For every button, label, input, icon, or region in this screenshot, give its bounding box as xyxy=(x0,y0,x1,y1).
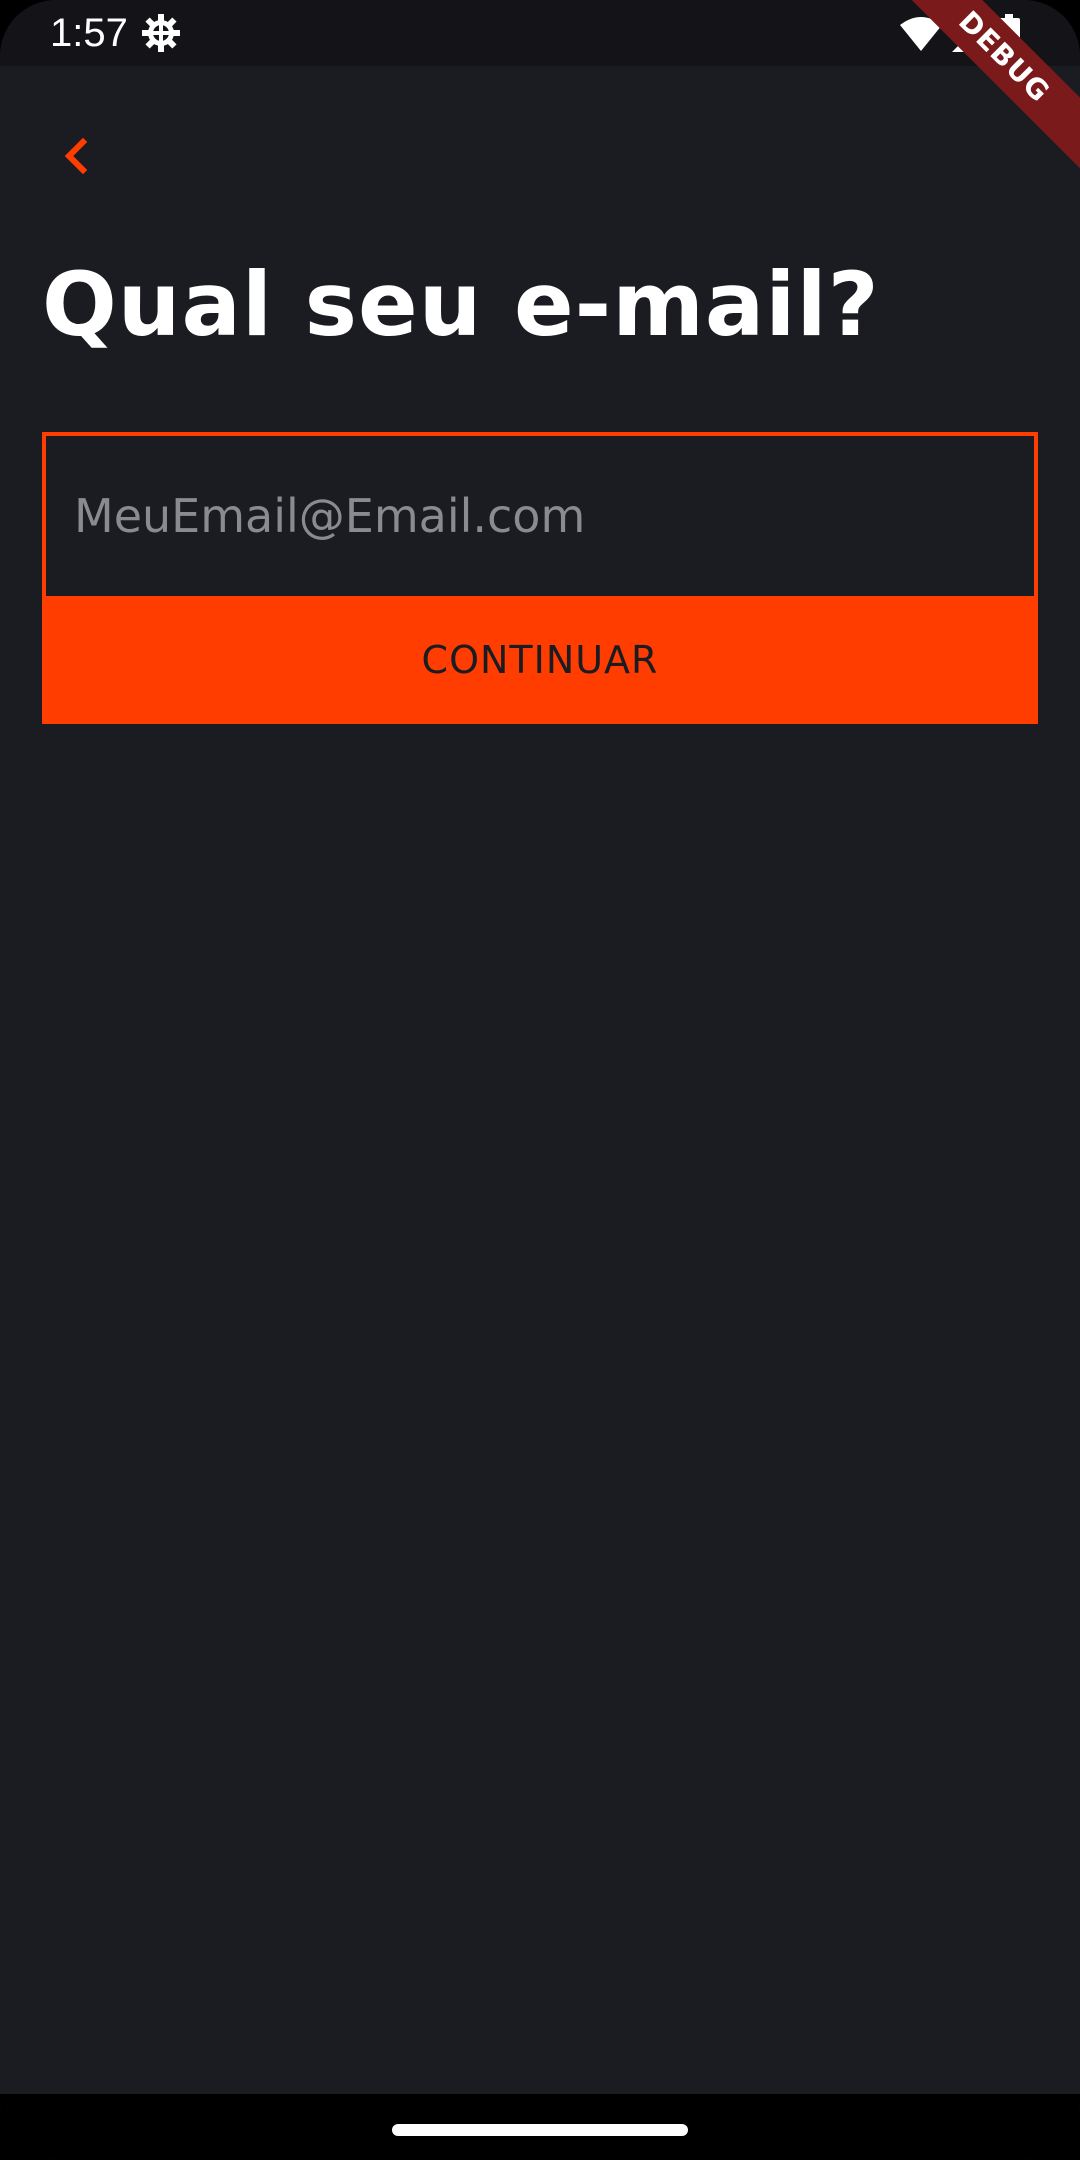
chevron-left-icon xyxy=(61,136,91,180)
continue-button[interactable]: CONTINUAR xyxy=(42,596,1038,724)
email-input[interactable] xyxy=(74,436,1004,596)
email-field[interactable] xyxy=(42,432,1038,600)
status-bar: 1:57 xyxy=(0,0,1080,66)
page-title: Qual seu e-mail? xyxy=(42,253,880,356)
navigation-bar xyxy=(0,2094,1080,2160)
back-button[interactable] xyxy=(48,130,104,186)
gear-icon xyxy=(140,12,182,54)
app-screen: 1:57 DEBUG Qual seu e-mail? MeuEmail@Ema… xyxy=(0,0,1080,2160)
home-indicator[interactable] xyxy=(392,2124,688,2136)
status-time: 1:57 xyxy=(50,11,128,55)
